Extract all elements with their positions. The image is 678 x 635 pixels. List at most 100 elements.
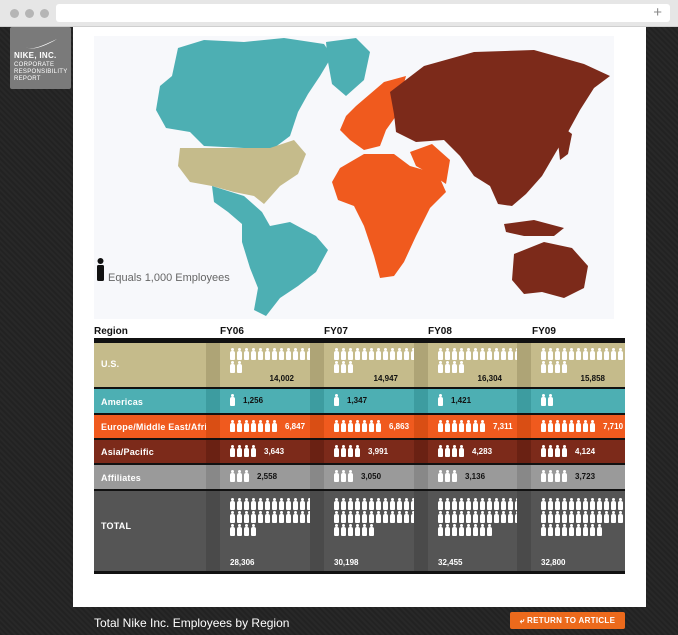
person-icon	[438, 361, 443, 373]
person-icon	[237, 445, 242, 457]
person-icon	[459, 524, 464, 536]
person-icon	[555, 420, 560, 432]
legend-label: Equals 1,000 Employees	[108, 272, 230, 284]
person-icon	[473, 524, 478, 536]
table-cell: 1,421	[414, 389, 508, 413]
person-icon	[473, 420, 478, 432]
table-cell: 2,558	[206, 465, 300, 489]
person-icon	[355, 524, 360, 536]
person-icon	[487, 498, 492, 510]
person-icon	[383, 498, 388, 510]
person-icon	[438, 498, 443, 510]
map-region-indonesia	[504, 220, 564, 236]
person-icon	[604, 511, 609, 523]
employee-count: 3,723	[575, 472, 596, 481]
person-icon	[466, 348, 471, 360]
employee-count: 2,558	[257, 472, 278, 481]
person-icon	[362, 511, 367, 523]
person-icon	[590, 511, 595, 523]
table-cell: 32,800	[517, 491, 623, 571]
employee-count: 7,710	[603, 421, 624, 431]
person-icon	[501, 511, 506, 523]
employee-icon-group	[230, 498, 320, 538]
table-cell: 16,304	[414, 343, 520, 387]
person-icon	[279, 498, 284, 510]
employee-count: 15,858	[580, 374, 605, 383]
person-icon	[445, 470, 450, 482]
person-icon	[459, 348, 464, 360]
person-icon	[487, 524, 492, 536]
table-cell: 3,991	[310, 440, 404, 463]
person-icon	[355, 498, 360, 510]
person-icon	[397, 348, 402, 360]
employee-count: 16,304	[477, 374, 502, 383]
person-icon	[244, 511, 249, 523]
table-cell: 3,643	[206, 440, 300, 463]
person-icon	[334, 445, 339, 457]
table-cell: 1,256	[206, 389, 300, 413]
person-icon	[438, 445, 443, 457]
person-icon	[590, 498, 595, 510]
person-icon	[341, 361, 346, 373]
person-icon	[376, 420, 381, 432]
person-icon	[230, 511, 235, 523]
window-close-dot[interactable]	[10, 9, 19, 18]
person-icon	[466, 498, 471, 510]
row-label: TOTAL	[101, 521, 132, 531]
person-icon	[230, 420, 235, 432]
person-icon	[293, 348, 298, 360]
person-icon	[604, 498, 609, 510]
address-bar[interactable]	[56, 4, 670, 22]
return-to-article-button[interactable]: ⤶ RETURN TO ARTICLE	[510, 612, 625, 629]
person-icon	[548, 420, 553, 432]
person-icon	[348, 470, 353, 482]
person-icon	[555, 348, 560, 360]
person-icon	[597, 348, 602, 360]
browser-toolbar: +	[0, 0, 678, 27]
person-icon	[348, 348, 353, 360]
person-icon	[555, 511, 560, 523]
person-icon	[480, 498, 485, 510]
person-icon	[583, 420, 588, 432]
person-icon	[569, 420, 574, 432]
person-icon	[459, 511, 464, 523]
person-icon	[355, 348, 360, 360]
person-icon	[611, 348, 616, 360]
employee-icon-group	[438, 348, 528, 375]
person-icon	[452, 445, 457, 457]
person-icon	[466, 420, 471, 432]
employee-icon-group	[334, 348, 424, 375]
employee-icon-group	[438, 420, 528, 434]
person-icon	[293, 498, 298, 510]
person-icon	[334, 498, 339, 510]
employee-count: 30,198	[334, 558, 359, 567]
person-icon	[576, 498, 581, 510]
person-icon	[562, 361, 567, 373]
employee-icon-group	[334, 420, 424, 434]
person-icon	[341, 348, 346, 360]
nike-logo-badge[interactable]: NIKE, INC. CORPORATE RESPONSIBILITY REPO…	[10, 27, 71, 89]
person-icon	[230, 524, 235, 536]
person-icon	[576, 420, 581, 432]
table-cell: 1,347	[310, 389, 404, 413]
person-icon	[548, 348, 553, 360]
person-icon	[397, 498, 402, 510]
brand-subtitle: CORPORATE RESPONSIBILITY REPORT	[14, 62, 68, 82]
person-icon	[466, 511, 471, 523]
table-cell: 6,863	[310, 415, 409, 438]
table-row: TOTAL 28,306 30,198 32,455 32,800	[94, 491, 625, 571]
person-icon	[548, 394, 553, 406]
person-icon	[555, 361, 560, 373]
person-icon	[265, 498, 270, 510]
window-zoom-dot[interactable]	[40, 9, 49, 18]
person-icon	[548, 498, 553, 510]
person-icon	[445, 524, 450, 536]
person-icon	[300, 511, 305, 523]
person-icon	[286, 511, 291, 523]
window-minimize-dot[interactable]	[25, 9, 34, 18]
person-icon	[390, 348, 395, 360]
new-tab-icon[interactable]: +	[653, 3, 662, 23]
person-icon	[438, 470, 443, 482]
person-icon	[445, 348, 450, 360]
person-icon	[541, 445, 546, 457]
